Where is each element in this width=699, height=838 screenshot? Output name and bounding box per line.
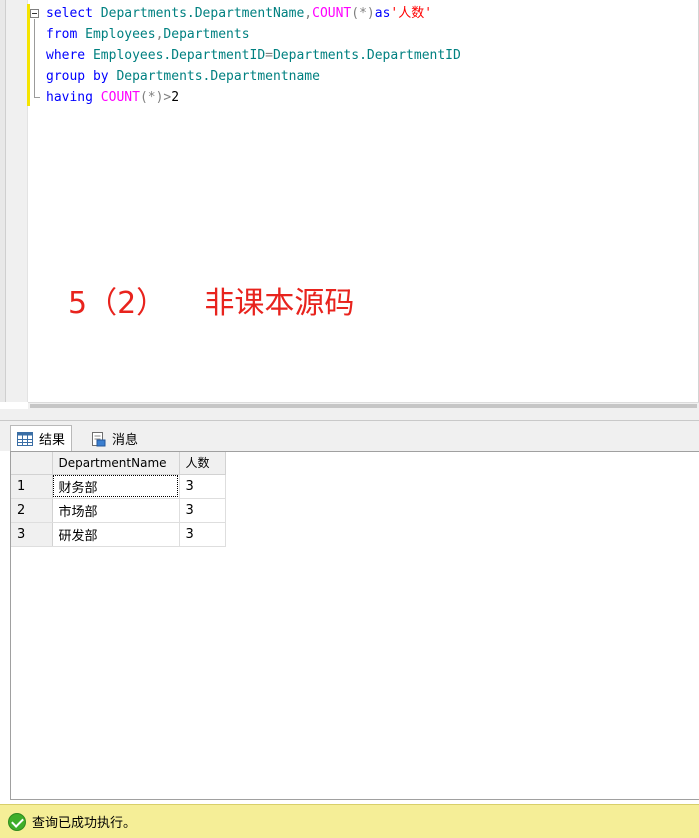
code-token: (*)> xyxy=(139,90,172,105)
sql-code[interactable]: select Departments.DepartmentName,COUNT(… xyxy=(46,3,461,108)
table-row: 1 财务部 3 xyxy=(11,474,226,499)
change-tracking-bar xyxy=(27,4,30,106)
query-editor[interactable]: select Departments.DepartmentName,COUNT(… xyxy=(0,0,699,402)
outline-end xyxy=(34,97,40,98)
success-check-icon xyxy=(8,812,26,831)
editor-horizontal-scrollbar[interactable] xyxy=(28,402,699,409)
results-grid-pane[interactable]: DepartmentName 人数 1 财务部 3 2 市场部 3 3 研发部 … xyxy=(10,451,699,800)
grid-corner[interactable] xyxy=(11,452,53,475)
code-token: Employees xyxy=(85,27,156,42)
outline-line xyxy=(34,19,35,98)
table-cell[interactable]: 3 xyxy=(179,474,226,499)
scrollbar-thumb[interactable] xyxy=(30,404,697,408)
code-token: , xyxy=(304,6,313,21)
column-header-departmentname[interactable]: DepartmentName xyxy=(52,452,180,475)
code-token: from xyxy=(46,27,86,42)
code-line[interactable]: from Employees,Departments xyxy=(46,24,461,45)
code-token: as xyxy=(374,6,391,21)
table-cell[interactable]: 市场部 xyxy=(52,498,180,523)
code-token: 2 xyxy=(171,90,180,105)
results-tabs: 结果 消息 xyxy=(0,421,699,451)
tab-results[interactable]: 结果 xyxy=(10,425,73,451)
code-token: select xyxy=(46,6,101,21)
code-token: COUNT xyxy=(100,90,140,105)
code-token: where xyxy=(46,48,93,63)
code-token: = xyxy=(265,48,273,63)
code-token: group by xyxy=(46,69,117,84)
code-line[interactable]: select Departments.DepartmentName,COUNT(… xyxy=(46,3,461,24)
tab-messages[interactable]: 消息 xyxy=(84,425,144,451)
table-cell[interactable]: 3 xyxy=(179,522,226,547)
code-token: Departments xyxy=(163,27,250,42)
status-bar: 查询已成功执行。 xyxy=(0,804,699,838)
tab-results-label: 结果 xyxy=(39,433,66,448)
message-icon xyxy=(90,431,106,447)
row-number[interactable]: 1 xyxy=(11,474,53,499)
annotation-text: 5（2） 非课本源码 xyxy=(68,286,355,321)
code-token: COUNT xyxy=(312,6,352,21)
table-cell[interactable]: 研发部 xyxy=(52,522,180,547)
code-token: Employees.DepartmentID xyxy=(92,48,266,63)
collapse-icon[interactable] xyxy=(30,9,39,18)
column-header-count[interactable]: 人数 xyxy=(179,452,226,475)
table-cell[interactable]: 财务部 xyxy=(52,474,180,499)
grid-icon xyxy=(17,431,33,446)
table-row: 2 市场部 3 xyxy=(11,498,226,523)
code-token: (*) xyxy=(351,6,375,21)
code-token: '人数' xyxy=(390,6,433,21)
tab-messages-label: 消息 xyxy=(112,432,139,448)
table-cell[interactable]: 3 xyxy=(179,498,226,523)
code-token: having xyxy=(46,90,101,105)
pane-splitter[interactable] xyxy=(0,409,699,421)
table-row: 3 研发部 3 xyxy=(11,522,226,547)
code-token: Departments.Departmentname xyxy=(116,69,320,84)
status-text: 查询已成功执行。 xyxy=(32,816,137,831)
code-line[interactable]: having COUNT(*)>2 xyxy=(46,87,461,108)
row-number[interactable]: 3 xyxy=(11,522,53,547)
results-grid: DepartmentName 人数 1 财务部 3 2 市场部 3 3 研发部 … xyxy=(11,452,226,547)
code-line[interactable]: group by Departments.Departmentname xyxy=(46,66,461,87)
editor-margin xyxy=(0,0,6,402)
row-number[interactable]: 2 xyxy=(11,498,53,523)
code-token: Departments.DepartmentID xyxy=(272,48,461,63)
code-line[interactable]: where Employees.DepartmentID=Departments… xyxy=(46,45,461,66)
code-token: Departments.DepartmentName xyxy=(100,6,305,21)
